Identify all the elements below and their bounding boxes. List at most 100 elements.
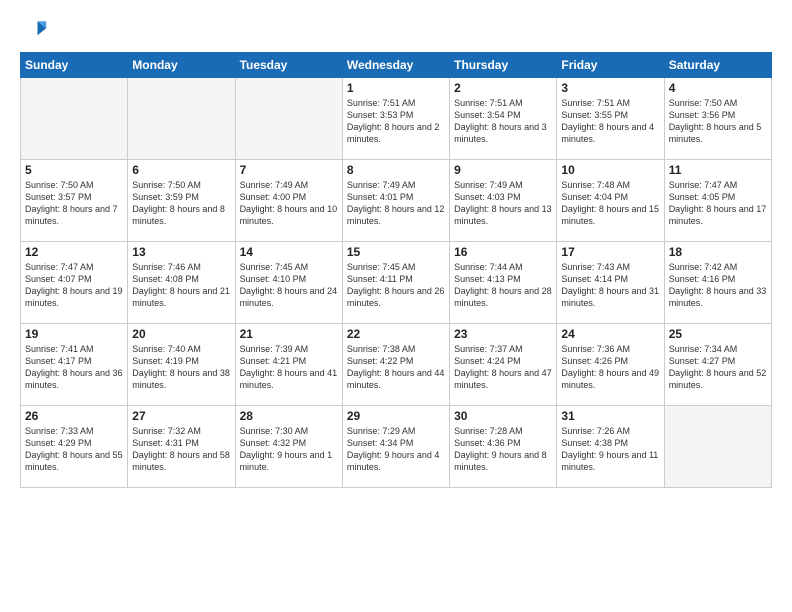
calendar-cell: 20 Sunrise: 7:40 AM Sunset: 4:19 PM Dayli… — [128, 324, 235, 406]
day-number: 30 — [454, 409, 552, 423]
day-number: 10 — [561, 163, 659, 177]
day-info: Sunrise: 7:38 AM Sunset: 4:22 PM Dayligh… — [347, 343, 445, 392]
calendar-week-row: 1 Sunrise: 7:51 AM Sunset: 3:53 PM Daylig… — [21, 78, 772, 160]
calendar-cell: 31 Sunrise: 7:26 AM Sunset: 4:38 PM Dayli… — [557, 406, 664, 488]
day-number: 22 — [347, 327, 445, 341]
day-info: Sunrise: 7:29 AM Sunset: 4:34 PM Dayligh… — [347, 425, 445, 474]
page: SundayMondayTuesdayWednesdayThursdayFrid… — [0, 0, 792, 498]
day-info: Sunrise: 7:43 AM Sunset: 4:14 PM Dayligh… — [561, 261, 659, 310]
weekday-header: Sunday — [21, 53, 128, 78]
day-info: Sunrise: 7:45 AM Sunset: 4:11 PM Dayligh… — [347, 261, 445, 310]
day-info: Sunrise: 7:34 AM Sunset: 4:27 PM Dayligh… — [669, 343, 767, 392]
day-number: 21 — [240, 327, 338, 341]
day-info: Sunrise: 7:36 AM Sunset: 4:26 PM Dayligh… — [561, 343, 659, 392]
day-number: 1 — [347, 81, 445, 95]
day-info: Sunrise: 7:50 AM Sunset: 3:59 PM Dayligh… — [132, 179, 230, 228]
calendar-cell: 5 Sunrise: 7:50 AM Sunset: 3:57 PM Daylig… — [21, 160, 128, 242]
calendar-cell: 19 Sunrise: 7:41 AM Sunset: 4:17 PM Dayli… — [21, 324, 128, 406]
calendar-cell: 27Sunrise: 7:32 AM Sunset: 4:31 PM Dayli… — [128, 406, 235, 488]
calendar-cell: 30 Sunrise: 7:28 AM Sunset: 4:36 PM Dayli… — [450, 406, 557, 488]
calendar-cell: 21 Sunrise: 7:39 AM Sunset: 4:21 PM Dayli… — [235, 324, 342, 406]
day-info: Sunrise: 7:47 AM Sunset: 4:07 PM Dayligh… — [25, 261, 123, 310]
calendar-cell: 3Sunrise: 7:51 AM Sunset: 3:55 PM Daylig… — [557, 78, 664, 160]
day-number: 13 — [132, 245, 230, 259]
day-info: Sunrise: 7:51 AM Sunset: 3:54 PM Dayligh… — [454, 97, 552, 146]
day-info: Sunrise: 7:51 AM Sunset: 3:53 PM Dayligh… — [347, 97, 445, 146]
calendar-body: 1 Sunrise: 7:51 AM Sunset: 3:53 PM Daylig… — [21, 78, 772, 488]
day-info: Sunrise: 7:41 AM Sunset: 4:17 PM Dayligh… — [25, 343, 123, 392]
weekday-header: Saturday — [664, 53, 771, 78]
day-info: Sunrise: 7:50 AM Sunset: 3:57 PM Dayligh… — [25, 179, 123, 228]
calendar-cell: 26Sunrise: 7:33 AM Sunset: 4:29 PM Dayli… — [21, 406, 128, 488]
calendar-cell: 8 Sunrise: 7:49 AM Sunset: 4:01 PM Daylig… — [342, 160, 449, 242]
day-info: Sunrise: 7:49 AM Sunset: 4:03 PM Dayligh… — [454, 179, 552, 228]
day-number: 24 — [561, 327, 659, 341]
day-number: 5 — [25, 163, 123, 177]
day-number: 23 — [454, 327, 552, 341]
day-info: Sunrise: 7:42 AM Sunset: 4:16 PM Dayligh… — [669, 261, 767, 310]
weekday-header: Friday — [557, 53, 664, 78]
day-number: 11 — [669, 163, 767, 177]
day-info: Sunrise: 7:45 AM Sunset: 4:10 PM Dayligh… — [240, 261, 338, 310]
weekday-header: Wednesday — [342, 53, 449, 78]
day-info: Sunrise: 7:40 AM Sunset: 4:19 PM Dayligh… — [132, 343, 230, 392]
weekday-header: Thursday — [450, 53, 557, 78]
calendar-cell: 23Sunrise: 7:37 AM Sunset: 4:24 PM Dayli… — [450, 324, 557, 406]
calendar-cell — [21, 78, 128, 160]
day-number: 6 — [132, 163, 230, 177]
calendar-cell: 11 Sunrise: 7:47 AM Sunset: 4:05 PM Dayli… — [664, 160, 771, 242]
calendar-cell: 12 Sunrise: 7:47 AM Sunset: 4:07 PM Dayli… — [21, 242, 128, 324]
calendar-cell: 13 Sunrise: 7:46 AM Sunset: 4:08 PM Dayli… — [128, 242, 235, 324]
day-number: 16 — [454, 245, 552, 259]
day-number: 31 — [561, 409, 659, 423]
calendar-cell: 28Sunrise: 7:30 AM Sunset: 4:32 PM Dayli… — [235, 406, 342, 488]
calendar-cell: 24 Sunrise: 7:36 AM Sunset: 4:26 PM Dayli… — [557, 324, 664, 406]
day-info: Sunrise: 7:39 AM Sunset: 4:21 PM Dayligh… — [240, 343, 338, 392]
day-info: Sunrise: 7:49 AM Sunset: 4:00 PM Dayligh… — [240, 179, 338, 228]
calendar-cell — [128, 78, 235, 160]
day-info: Sunrise: 7:51 AM Sunset: 3:55 PM Dayligh… — [561, 97, 659, 146]
header — [20, 16, 772, 44]
calendar-cell — [235, 78, 342, 160]
day-number: 9 — [454, 163, 552, 177]
calendar-week-row: 5 Sunrise: 7:50 AM Sunset: 3:57 PM Daylig… — [21, 160, 772, 242]
day-number: 18 — [669, 245, 767, 259]
calendar-cell: 7 Sunrise: 7:49 AM Sunset: 4:00 PM Daylig… — [235, 160, 342, 242]
day-number: 2 — [454, 81, 552, 95]
calendar-cell: 29Sunrise: 7:29 AM Sunset: 4:34 PM Dayli… — [342, 406, 449, 488]
logo-icon — [20, 16, 48, 44]
calendar-header: SundayMondayTuesdayWednesdayThursdayFrid… — [21, 53, 772, 78]
calendar-cell: 16 Sunrise: 7:44 AM Sunset: 4:13 PM Dayli… — [450, 242, 557, 324]
calendar-table: SundayMondayTuesdayWednesdayThursdayFrid… — [20, 52, 772, 488]
day-number: 8 — [347, 163, 445, 177]
day-info: Sunrise: 7:26 AM Sunset: 4:38 PM Dayligh… — [561, 425, 659, 474]
calendar-cell: 2 Sunrise: 7:51 AM Sunset: 3:54 PM Daylig… — [450, 78, 557, 160]
day-info: Sunrise: 7:30 AM Sunset: 4:32 PM Dayligh… — [240, 425, 338, 474]
calendar-cell: 15Sunrise: 7:45 AM Sunset: 4:11 PM Dayli… — [342, 242, 449, 324]
day-number: 17 — [561, 245, 659, 259]
day-number: 27 — [132, 409, 230, 423]
day-info: Sunrise: 7:49 AM Sunset: 4:01 PM Dayligh… — [347, 179, 445, 228]
calendar-cell: 17 Sunrise: 7:43 AM Sunset: 4:14 PM Dayli… — [557, 242, 664, 324]
day-number: 7 — [240, 163, 338, 177]
calendar-cell: 4Sunrise: 7:50 AM Sunset: 3:56 PM Daylig… — [664, 78, 771, 160]
day-info: Sunrise: 7:44 AM Sunset: 4:13 PM Dayligh… — [454, 261, 552, 310]
day-number: 4 — [669, 81, 767, 95]
day-number: 14 — [240, 245, 338, 259]
day-info: Sunrise: 7:28 AM Sunset: 4:36 PM Dayligh… — [454, 425, 552, 474]
weekday-header: Tuesday — [235, 53, 342, 78]
calendar-cell: 18 Sunrise: 7:42 AM Sunset: 4:16 PM Dayli… — [664, 242, 771, 324]
day-info: Sunrise: 7:47 AM Sunset: 4:05 PM Dayligh… — [669, 179, 767, 228]
calendar-cell: 9 Sunrise: 7:49 AM Sunset: 4:03 PM Daylig… — [450, 160, 557, 242]
day-number: 20 — [132, 327, 230, 341]
calendar-cell: 10Sunrise: 7:48 AM Sunset: 4:04 PM Dayli… — [557, 160, 664, 242]
day-number: 19 — [25, 327, 123, 341]
calendar-week-row: 12 Sunrise: 7:47 AM Sunset: 4:07 PM Dayli… — [21, 242, 772, 324]
day-info: Sunrise: 7:46 AM Sunset: 4:08 PM Dayligh… — [132, 261, 230, 310]
calendar-cell: 22 Sunrise: 7:38 AM Sunset: 4:22 PM Dayli… — [342, 324, 449, 406]
calendar-cell: 1 Sunrise: 7:51 AM Sunset: 3:53 PM Daylig… — [342, 78, 449, 160]
calendar-week-row: 19 Sunrise: 7:41 AM Sunset: 4:17 PM Dayli… — [21, 324, 772, 406]
day-number: 12 — [25, 245, 123, 259]
day-info: Sunrise: 7:33 AM Sunset: 4:29 PM Dayligh… — [25, 425, 123, 474]
calendar-cell: 6 Sunrise: 7:50 AM Sunset: 3:59 PM Daylig… — [128, 160, 235, 242]
